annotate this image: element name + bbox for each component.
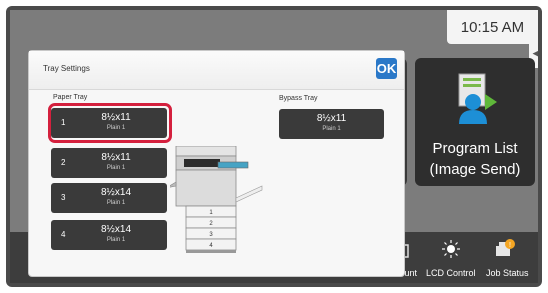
screen: 10:15 AM ◀ Program List (Image Send) Cou… — [0, 0, 548, 293]
brightness-icon — [442, 240, 460, 258]
program-list-label: Program List (Image Send) — [429, 140, 521, 178]
tray-settings-dialog: Tray Settings OK Paper Tray Bypass Tray … — [28, 50, 405, 277]
bypass-paper-type: Plain 1 — [322, 126, 341, 132]
tray-paper-type: Plain 1 — [106, 237, 126, 243]
program-list-button[interactable]: Program List (Image Send) — [415, 58, 535, 186]
printer-illustration: 1 2 3 4 — [170, 146, 263, 253]
clock: 10:15 AM — [447, 10, 538, 44]
selected-tray-highlight — [48, 103, 172, 143]
lcd-control-label[interactable]: LCD Control — [426, 268, 476, 278]
tray-button-2[interactable]: 2 8½x11 Plain 1 — [51, 148, 167, 178]
tray-button-4[interactable]: 4 8½x14 Plain 1 — [51, 220, 167, 250]
paper-tray-label: Paper Tray — [53, 94, 88, 101]
touch-display: 10:15 AM ◀ Program List (Image Send) Cou… — [10, 10, 538, 283]
tray-paper-type: Plain 1 — [106, 165, 126, 171]
dialog-header: Tray Settings OK — [29, 51, 404, 90]
tray-paper-size: 8½x11 — [101, 152, 131, 163]
bypass-paper-size: 8½x11 — [316, 113, 347, 124]
bypass-tray-label: Bypass Tray — [279, 95, 318, 102]
bypass-tray-button[interactable]: 8½x11 Plain 1 — [279, 109, 384, 139]
svg-text:!: ! — [509, 242, 511, 249]
program-list-icon — [458, 73, 497, 124]
tray-paper-type: Plain 1 — [106, 200, 126, 206]
job-status-icon: ! — [496, 239, 515, 256]
tray-paper-size: 8½x14 — [100, 187, 132, 198]
dialog-title: Tray Settings — [43, 64, 90, 73]
tray-paper-size: 8½x14 — [100, 224, 132, 235]
tray-button-3[interactable]: 3 8½x14 Plain 1 — [51, 183, 167, 213]
job-status-label[interactable]: Job Status — [486, 268, 529, 278]
ok-button[interactable]: OK — [376, 58, 397, 79]
